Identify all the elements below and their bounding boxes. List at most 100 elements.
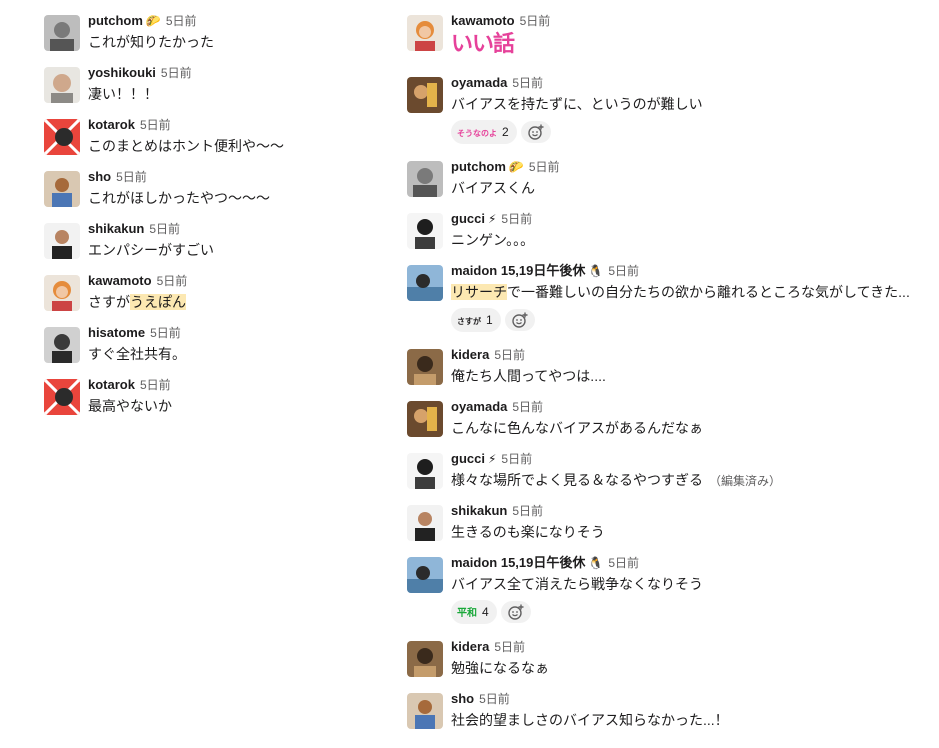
message-text: バイアス全て消えたら戦争なくなりそう [451, 574, 703, 594]
user-name[interactable]: kawamoto [88, 273, 152, 288]
message-text-part: すぐ全社共有。 [88, 346, 186, 362]
timestamp[interactable]: 5日前 [520, 14, 551, 28]
timestamp[interactable]: 5日前 [140, 378, 171, 392]
add-reaction-button[interactable] [520, 121, 551, 143]
timestamp[interactable]: 5日前 [529, 160, 560, 174]
avatar[interactable] [407, 161, 443, 197]
message-body: putchom 🌮 5日前 これが知りたかった [88, 12, 214, 52]
timestamp[interactable]: 5日前 [150, 326, 181, 340]
user-name[interactable]: sho [451, 691, 474, 706]
message-text-part: 生きるのも楽になりそう [451, 524, 605, 540]
message-text-part: 俺たち人間ってやつは.... [451, 368, 606, 384]
timestamp[interactable]: 5日前 [501, 212, 532, 226]
user-name[interactable]: kotarok [88, 117, 135, 132]
message-text: 最高やないか [88, 396, 172, 416]
avatar[interactable] [44, 15, 80, 51]
user-name[interactable]: gucci [451, 211, 485, 226]
reaction-pill[interactable]: 平和 4 [451, 600, 497, 624]
message-body: oyamada 5日前 バイアスを持たずに、というのが難しい そうなのよ 2 [451, 74, 703, 144]
message-text: バイアスくん [451, 178, 560, 198]
timestamp[interactable]: 5日前 [494, 640, 525, 654]
user-name[interactable]: kawamoto [451, 13, 515, 28]
message-text: 凄い！！！ [88, 84, 192, 104]
message-body: sho 5日前これがほしかったやつ〜〜〜 [88, 168, 270, 208]
avatar[interactable] [407, 213, 443, 249]
timestamp[interactable]: 5日前 [512, 76, 543, 90]
avatar[interactable] [407, 349, 443, 385]
add-reaction-button[interactable] [504, 309, 535, 331]
user-name[interactable]: hisatome [88, 325, 145, 340]
user-name[interactable]: sho [88, 169, 111, 184]
timestamp[interactable]: 5日前 [166, 14, 197, 28]
message-text-part: 様々な場所でよく見る＆なるやつすぎる [451, 472, 703, 488]
timestamp[interactable]: 5日前 [157, 274, 188, 288]
timestamp[interactable]: 5日前 [494, 348, 525, 362]
message-text: 生きるのも楽になりそう [451, 522, 605, 542]
message-text-part: 勉強になるなぁ [451, 660, 549, 676]
user-name[interactable]: oyamada [451, 75, 507, 90]
message-header: shikakun 5日前 [88, 220, 214, 238]
avatar[interactable] [44, 379, 80, 415]
reactions-bar: さすが 1 [451, 308, 910, 332]
timestamp[interactable]: 5日前 [161, 66, 192, 80]
status-emoji-icon: 🌮 [145, 14, 161, 28]
avatar[interactable] [407, 453, 443, 489]
user-name[interactable]: maidon 15,19日午後休 [451, 555, 585, 570]
timestamp[interactable]: 5日前 [140, 118, 171, 132]
avatar[interactable] [407, 557, 443, 593]
message-text-part: で一番難しいの自分たちの欲から離れるところな気がしてきた... [507, 284, 910, 300]
message-header: kotarok 5日前 [88, 376, 172, 394]
reaction-pill[interactable]: そうなのよ 2 [451, 120, 517, 144]
add-reaction-icon [527, 124, 544, 140]
avatar[interactable] [407, 641, 443, 677]
user-name[interactable]: kidera [451, 347, 489, 362]
add-reaction-button[interactable] [500, 601, 531, 623]
avatar[interactable] [44, 275, 80, 311]
message-header: yoshikouki 5日前 [88, 64, 192, 82]
reaction-emoji-icon: 平和 [457, 608, 477, 619]
user-name[interactable]: yoshikouki [88, 65, 156, 80]
message-body: kotarok 5日前このまとめはホント便利や〜〜 [88, 116, 284, 156]
user-name[interactable]: putchom [88, 13, 143, 28]
avatar[interactable] [44, 223, 80, 259]
message-header: kawamoto 5日前 [88, 272, 187, 290]
avatar[interactable] [407, 693, 443, 729]
avatar[interactable] [407, 15, 443, 51]
message-header: sho 5日前 [451, 690, 729, 708]
timestamp[interactable]: 5日前 [501, 452, 532, 466]
user-name[interactable]: shikakun [451, 503, 507, 518]
reaction-pill[interactable]: さすが 1 [451, 308, 501, 332]
user-name[interactable]: putchom [451, 159, 506, 174]
highlighted-keyword: リサーチ [451, 284, 507, 300]
avatar[interactable] [44, 67, 80, 103]
message-body: gucci ⚡ 5日前 ニンゲン。。。 [451, 210, 534, 250]
message-header: kawamoto 5日前 [451, 12, 550, 30]
user-name[interactable]: shikakun [88, 221, 144, 236]
message-header: putchom 🌮 5日前 [451, 158, 560, 176]
timestamp[interactable]: 5日前 [479, 692, 510, 706]
timestamp[interactable]: 5日前 [512, 400, 543, 414]
avatar[interactable] [44, 119, 80, 155]
timestamp[interactable]: 5日前 [608, 264, 639, 278]
message-text-part: こんなに色んなバイアスがあるんだなぁ [451, 420, 703, 436]
message-text: リサーチで一番難しいの自分たちの欲から離れるところな気がしてきた... [451, 282, 910, 302]
message-body: hisatome 5日前すぐ全社共有。 [88, 324, 186, 364]
user-name[interactable]: oyamada [451, 399, 507, 414]
avatar[interactable] [407, 401, 443, 437]
avatar[interactable] [44, 171, 80, 207]
avatar[interactable] [44, 327, 80, 363]
user-name[interactable]: kidera [451, 639, 489, 654]
user-name[interactable]: kotarok [88, 377, 135, 392]
timestamp[interactable]: 5日前 [116, 170, 147, 184]
avatar[interactable] [407, 77, 443, 113]
avatar[interactable] [407, 505, 443, 541]
message-text: このまとめはホント便利や〜〜 [88, 136, 284, 156]
user-name[interactable]: gucci [451, 451, 485, 466]
message-text: これがほしかったやつ〜〜〜 [88, 188, 270, 208]
avatar[interactable] [407, 265, 443, 301]
timestamp[interactable]: 5日前 [512, 504, 543, 518]
timestamp[interactable]: 5日前 [608, 556, 639, 570]
user-name[interactable]: maidon 15,19日午後休 [451, 263, 585, 278]
timestamp[interactable]: 5日前 [149, 222, 180, 236]
reaction-emoji-icon: さすが [457, 317, 481, 326]
